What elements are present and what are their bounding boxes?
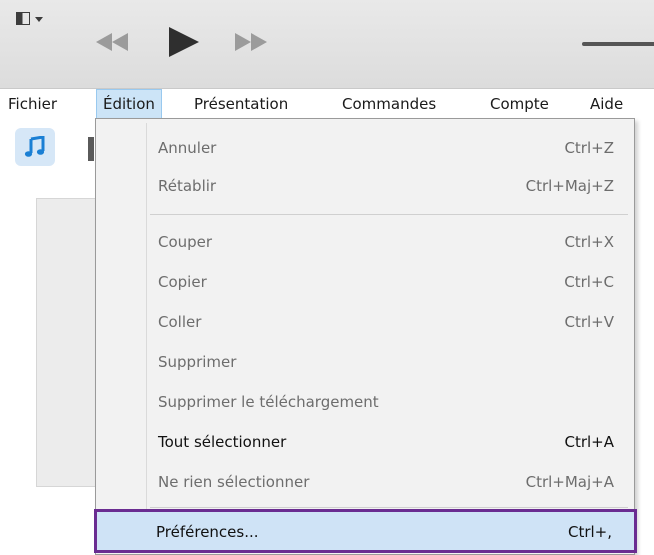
menu-separator bbox=[150, 214, 628, 215]
menu-item-label: Préférences... bbox=[156, 523, 259, 541]
menu-item-label: Copier bbox=[158, 273, 207, 291]
menu-item-label: Couper bbox=[158, 233, 213, 251]
menu-item-ne-rien-selectionner[interactable]: Ne rien sélectionner Ctrl+Maj+A bbox=[148, 463, 632, 501]
play-button[interactable] bbox=[163, 25, 205, 59]
menu-item-preferences[interactable]: Préférences... Ctrl+, bbox=[94, 509, 637, 553]
caret-down-icon bbox=[35, 17, 43, 22]
menu-item-shortcut: Ctrl+V bbox=[564, 313, 614, 331]
volume-slider[interactable] bbox=[582, 42, 654, 46]
fast-forward-icon bbox=[235, 33, 267, 51]
menu-item-label: Coller bbox=[158, 313, 202, 331]
menu-item-shortcut: Ctrl+Maj+Z bbox=[525, 177, 614, 195]
window-layout-icon bbox=[16, 12, 30, 25]
menu-item-label: Supprimer bbox=[158, 353, 237, 371]
menu-aide[interactable]: Aide bbox=[584, 89, 629, 119]
menu-item-coller[interactable]: Coller Ctrl+V bbox=[148, 303, 632, 341]
menu-item-shortcut: Ctrl+A bbox=[564, 433, 614, 451]
music-library-button[interactable] bbox=[15, 128, 55, 166]
rewind-button[interactable] bbox=[92, 25, 134, 59]
menu-item-shortcut: Ctrl+, bbox=[567, 523, 612, 541]
menu-item-retablir[interactable]: Rétablir Ctrl+Maj+Z bbox=[148, 167, 632, 205]
menu-item-tout-selectionner[interactable]: Tout sélectionner Ctrl+A bbox=[148, 423, 632, 461]
fast-forward-button[interactable] bbox=[229, 25, 271, 59]
menu-item-shortcut: Ctrl+Maj+A bbox=[525, 473, 614, 491]
menu-item-shortcut: Ctrl+Z bbox=[564, 139, 614, 157]
play-icon bbox=[169, 27, 199, 57]
menu-item-label: Annuler bbox=[158, 139, 217, 157]
menu-bar: Fichier Édition Présentation Commandes C… bbox=[0, 89, 654, 119]
menu-gutter-divider bbox=[146, 123, 147, 550]
menu-item-supprimer-telechargement[interactable]: Supprimer le téléchargement bbox=[148, 383, 632, 421]
menu-item-shortcut: Ctrl+X bbox=[564, 233, 614, 251]
menu-item-couper[interactable]: Couper Ctrl+X bbox=[148, 223, 632, 261]
menu-item-annuler[interactable]: Annuler Ctrl+Z bbox=[148, 129, 632, 167]
menu-edition[interactable]: Édition bbox=[96, 89, 162, 119]
menu-item-label: Rétablir bbox=[158, 177, 217, 195]
content-panel bbox=[36, 198, 96, 487]
menu-commandes[interactable]: Commandes bbox=[336, 89, 442, 119]
menu-item-copier[interactable]: Copier Ctrl+C bbox=[148, 263, 632, 301]
menu-compte[interactable]: Compte bbox=[484, 89, 555, 119]
menu-separator bbox=[150, 507, 628, 508]
menu-fichier[interactable]: Fichier bbox=[2, 89, 63, 119]
toolbar bbox=[0, 0, 654, 89]
menu-item-supprimer[interactable]: Supprimer bbox=[148, 343, 632, 381]
window-menu-icon[interactable] bbox=[16, 10, 48, 32]
toolbar-fragment bbox=[88, 137, 94, 161]
rewind-icon bbox=[96, 33, 128, 51]
menu-presentation[interactable]: Présentation bbox=[188, 89, 294, 119]
menu-item-label: Supprimer le téléchargement bbox=[158, 393, 379, 411]
edit-menu-dropdown: Annuler Ctrl+Z Rétablir Ctrl+Maj+Z Coupe… bbox=[94, 118, 637, 555]
menu-item-shortcut: Ctrl+C bbox=[564, 273, 614, 291]
menu-item-label: Tout sélectionner bbox=[158, 433, 287, 451]
menu-item-label: Ne rien sélectionner bbox=[158, 473, 310, 491]
music-note-icon bbox=[24, 136, 45, 157]
